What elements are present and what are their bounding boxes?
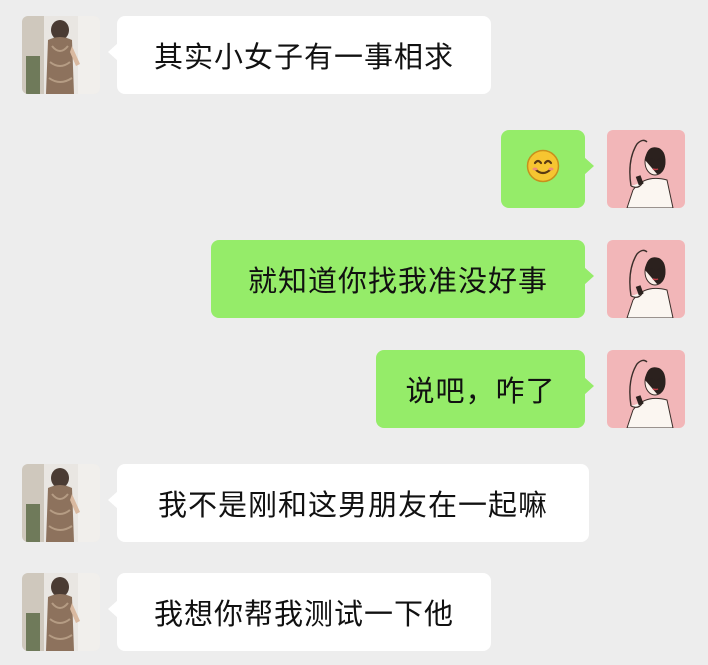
message-bubble[interactable]: 我想你帮我测试一下他	[108, 573, 491, 651]
message-row-1: 其实小女子有一事相求	[0, 16, 708, 96]
message-row-6: 我想你帮我测试一下他	[0, 573, 708, 653]
contact-avatar[interactable]	[22, 16, 100, 94]
my-avatar[interactable]	[607, 130, 685, 208]
message-bubble[interactable]: 其实小女子有一事相求	[108, 16, 491, 94]
message-bubble[interactable]: 说吧，咋了	[376, 350, 594, 428]
message-row-2	[0, 130, 708, 210]
contact-avatar[interactable]	[22, 573, 100, 651]
smiling-face-icon	[526, 149, 560, 190]
message-bubble[interactable]: 就知道你找我准没好事	[211, 240, 594, 318]
contact-avatar[interactable]	[22, 464, 100, 542]
message-row-5: 我不是刚和这男朋友在一起嘛	[0, 464, 708, 544]
message-row-4: 说吧，咋了	[0, 350, 708, 430]
message-bubble[interactable]: 我不是刚和这男朋友在一起嘛	[108, 464, 589, 542]
my-avatar[interactable]	[607, 350, 685, 428]
my-avatar[interactable]	[607, 240, 685, 318]
message-bubble[interactable]	[501, 130, 594, 208]
message-row-3: 就知道你找我准没好事	[0, 240, 708, 320]
